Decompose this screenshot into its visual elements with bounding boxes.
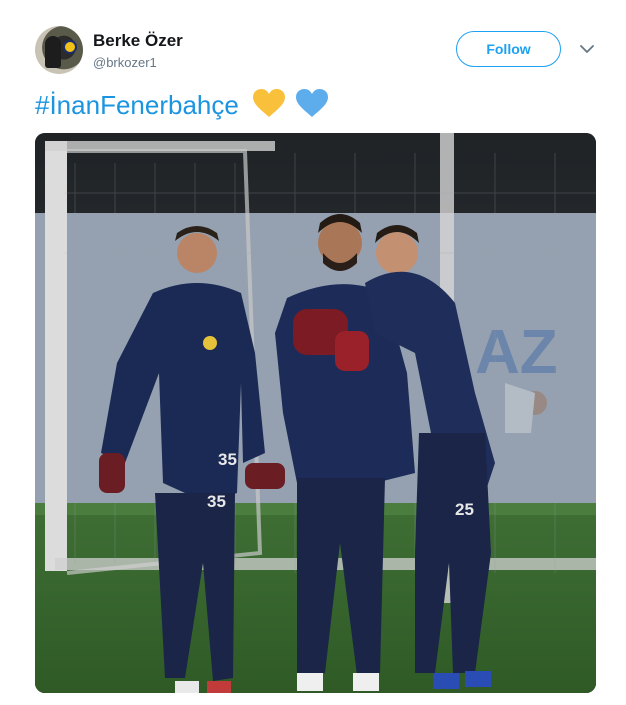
yellow-heart-icon <box>252 88 286 126</box>
tweet-photo[interactable]: AZ 35 35 25 <box>35 133 596 693</box>
banner-text: AZ <box>475 318 558 387</box>
chevron-down-icon[interactable] <box>578 40 596 58</box>
photo-scene: AZ 35 35 25 <box>35 133 596 693</box>
avatar-badge <box>63 40 77 54</box>
player-left-number-chest: 35 <box>218 450 237 469</box>
tweet-text: #İnanFenerbahçe <box>35 88 329 126</box>
blue-heart-icon <box>295 88 329 126</box>
hashtag-link[interactable]: #İnanFenerbahçe <box>35 90 239 120</box>
author-handle[interactable]: @brkozer1 <box>93 55 157 70</box>
follow-button[interactable]: Follow <box>456 31 561 67</box>
avatar-figure <box>45 36 61 68</box>
avatar[interactable] <box>35 26 83 74</box>
player-left-number-leg: 35 <box>207 492 226 511</box>
tweet-header: Berke Özer @brkozer1 Follow <box>35 26 600 76</box>
author-name[interactable]: Berke Özer <box>93 31 183 51</box>
player-right-number: 25 <box>455 500 474 519</box>
